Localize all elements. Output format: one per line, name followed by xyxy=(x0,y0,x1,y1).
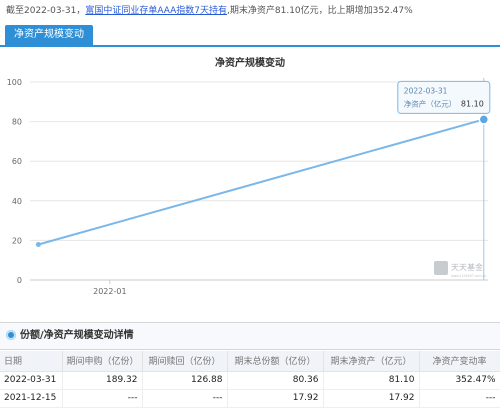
fund-link[interactable]: 富国中证同业存单AAA指数7天持有 xyxy=(85,6,227,16)
tab-net-asset-change[interactable]: 净资产规模变动 xyxy=(5,25,93,45)
hover-point xyxy=(478,114,490,125)
col-total-shares[interactable]: 期末总份额（亿份） xyxy=(227,351,324,372)
cell-net-assets: 17.92 xyxy=(323,389,420,408)
summary-line: 截至2022-03-31，富国中证同业存单AAA指数7天持有,期末净资产81.1… xyxy=(0,0,500,22)
detail-table: 日期 期间申购（亿份） 期间赎回（亿份） 期末总份额（亿份） 期末净资产（亿元）… xyxy=(0,351,500,408)
col-net-assets[interactable]: 期末净资产（亿元） xyxy=(323,351,420,372)
series-line xyxy=(38,118,485,246)
col-subscribe[interactable]: 期间申购（亿份） xyxy=(62,351,143,372)
data-point xyxy=(35,242,41,248)
cell-change-rate: --- xyxy=(419,389,500,408)
col-change-rate[interactable]: 净资产变动率 xyxy=(419,351,500,372)
y-tick-label: 80 xyxy=(12,118,22,127)
table-row: 2021-12-15 --- --- 17.92 17.92 --- xyxy=(0,389,500,408)
cell-redeem: 126.88 xyxy=(142,371,228,390)
y-tick-label: 100 xyxy=(7,78,22,87)
y-tick-label: 60 xyxy=(12,157,22,166)
detail-header: 份额/净资产规模变动详情 xyxy=(0,322,500,350)
y-tick-label: 40 xyxy=(12,197,22,206)
y-tick-label: 20 xyxy=(12,236,22,245)
tab-bar: 净资产规模变动 xyxy=(0,25,500,47)
cell-net-assets: 81.10 xyxy=(323,371,420,390)
cell-date: 2021-12-15 xyxy=(0,389,63,408)
col-redeem[interactable]: 期间赎回（亿份） xyxy=(142,351,228,372)
cell-date: 2022-03-31 xyxy=(0,371,63,390)
tooltip-date: 2022-03-31 xyxy=(404,86,448,95)
col-date[interactable]: 日期 xyxy=(0,351,63,372)
cell-total-shares: 17.92 xyxy=(227,389,324,408)
cell-total-shares: 80.36 xyxy=(227,371,324,390)
tooltip-label: 净资产（亿元） xyxy=(404,98,457,108)
line-chart: 0 20 40 60 80 100 2022-01 2022-03-31 净资产（亿元） 81.… xyxy=(7,56,491,296)
summary-suffix: ,期末净资产81.10亿元，比上期增加352.47% xyxy=(227,6,413,16)
watermark-logo: 天天基金 www.1234567.com.cn xyxy=(434,261,486,278)
summary-prefix: 截至2022-03-31， xyxy=(6,6,86,16)
x-tick-label: 2022-01 xyxy=(93,287,126,296)
detail-title: 份额/净资产规模变动详情 xyxy=(20,330,134,341)
y-tick-label: 0 xyxy=(17,276,22,285)
watermark-sub: www.1234567.com.cn xyxy=(451,274,486,278)
table-row: 2022-03-31 189.32 126.88 80.36 81.10 352… xyxy=(0,371,500,390)
info-dot-icon xyxy=(6,330,16,340)
cell-subscribe: --- xyxy=(62,389,143,408)
tooltip-value: 81.10 xyxy=(461,99,484,108)
cell-subscribe: 189.32 xyxy=(62,371,143,390)
chart-container: 0 20 40 60 80 100 2022-01 2022-03-31 净资产（亿元） 81.… xyxy=(0,48,500,318)
table-header-row: 日期 期间申购（亿份） 期间赎回（亿份） 期末总份额（亿份） 期末净资产（亿元）… xyxy=(0,351,500,372)
cell-change-rate: 352.47% xyxy=(419,371,500,390)
chart-title: 净资产规模变动 xyxy=(215,56,285,69)
cell-redeem: --- xyxy=(142,389,228,408)
watermark-main: 天天基金 xyxy=(451,262,483,272)
